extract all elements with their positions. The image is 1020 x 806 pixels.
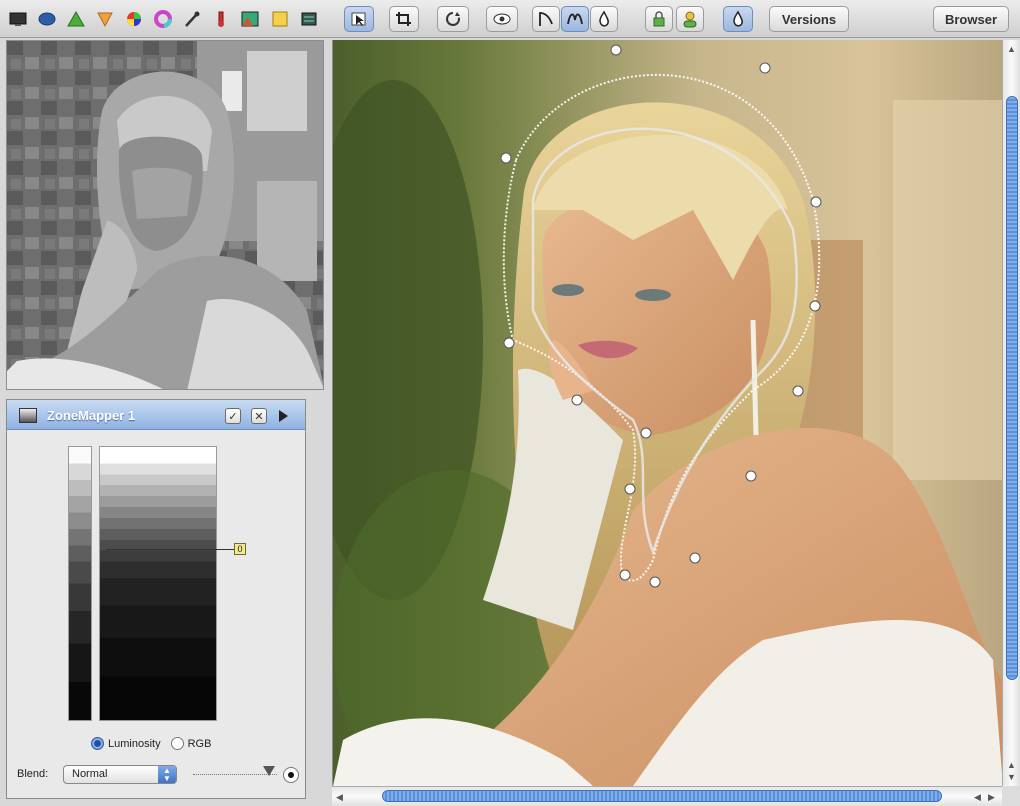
luminosity-label: Luminosity [108,737,161,750]
blend-mode-value: Normal [72,768,108,780]
zone-pin-line [106,549,236,550]
dot-icon [288,772,294,778]
horizontal-scroll-thumb[interactable] [382,790,942,802]
image-icon[interactable] [238,6,262,32]
close-icon[interactable]: ✕ [251,408,267,424]
vertical-scroll-thumb[interactable] [1006,96,1018,680]
mode-radio-group: Luminosity RGB [91,737,211,750]
hue-wheel-icon[interactable] [151,6,175,32]
luminosity-radio[interactable] [91,737,104,750]
green-triangle-icon[interactable] [64,6,88,32]
rgb-radio[interactable] [170,737,184,750]
zone-pin-handle[interactable]: 0 [234,543,246,555]
vertical-scrollbar[interactable]: ▲ ▲ ▼ [1002,40,1020,786]
scroll-left-lower-icon[interactable]: ◀ [974,792,981,803]
mask-toggle-button[interactable] [283,767,299,783]
scroll-up-icon[interactable]: ▲ [1007,44,1016,54]
color-wheel-icon[interactable] [122,6,146,32]
scroll-up-lower-icon[interactable]: ▲ [1007,760,1016,770]
zonemapper-panel: ZoneMapper 1 ✓ ✕ 0 Luminosity RGB Blend:… [6,399,306,799]
zone-reference-column [68,446,92,721]
layers-icon[interactable] [297,6,321,32]
browser-button[interactable]: Browser [933,6,1009,32]
chevron-updown-icon: ▲ ▼ [158,766,176,783]
drop-shape-icon[interactable] [590,6,618,32]
versions-button[interactable]: Versions [769,6,849,32]
selection-arrow-icon[interactable] [344,6,374,32]
eyedropper-icon[interactable] [180,6,204,32]
zone-mapped-column[interactable] [99,446,217,721]
zone-preview-image [6,40,324,390]
rotate-icon[interactable] [437,6,469,32]
scroll-down-icon[interactable]: ▼ [1007,772,1016,782]
orange-funnel-icon[interactable] [93,6,117,32]
eye-icon[interactable] [486,6,518,32]
toolbar: Versions Browser [0,0,1020,38]
mask-lock-icon[interactable] [645,6,673,32]
blue-blob-icon[interactable] [35,6,59,32]
panel-title: ZoneMapper 1 [47,408,136,423]
feather-drop-icon[interactable] [723,6,753,32]
panel-header: ZoneMapper 1 ✓ ✕ [7,400,305,430]
scroll-corner [1002,786,1020,806]
disclosure-triangle-icon[interactable] [279,410,288,422]
rgb-label: RGB [187,737,212,750]
layer-thumbnail-icon [19,408,37,423]
monitor-icon[interactable] [6,6,30,32]
scroll-right-icon[interactable]: ▶ [988,792,995,803]
enable-checkbox-icon[interactable]: ✓ [225,408,241,424]
scroll-left-icon[interactable]: ◀ [336,792,343,803]
bezier-corner-icon[interactable] [532,6,560,32]
blend-mode-select[interactable]: Normal ▲ ▼ [63,765,177,784]
thermometer-icon[interactable] [209,6,233,32]
main-image-canvas[interactable] [332,40,1002,786]
blend-label: Blend: [17,768,49,780]
crop-icon[interactable] [389,6,419,32]
horizontal-scrollbar[interactable]: ◀ ◀ ▶ [332,786,1002,806]
notes-icon[interactable] [268,6,292,32]
mask-person-icon[interactable] [676,6,704,32]
opacity-slider-thumb[interactable] [263,766,275,776]
bezier-smooth-icon[interactable] [561,6,589,32]
